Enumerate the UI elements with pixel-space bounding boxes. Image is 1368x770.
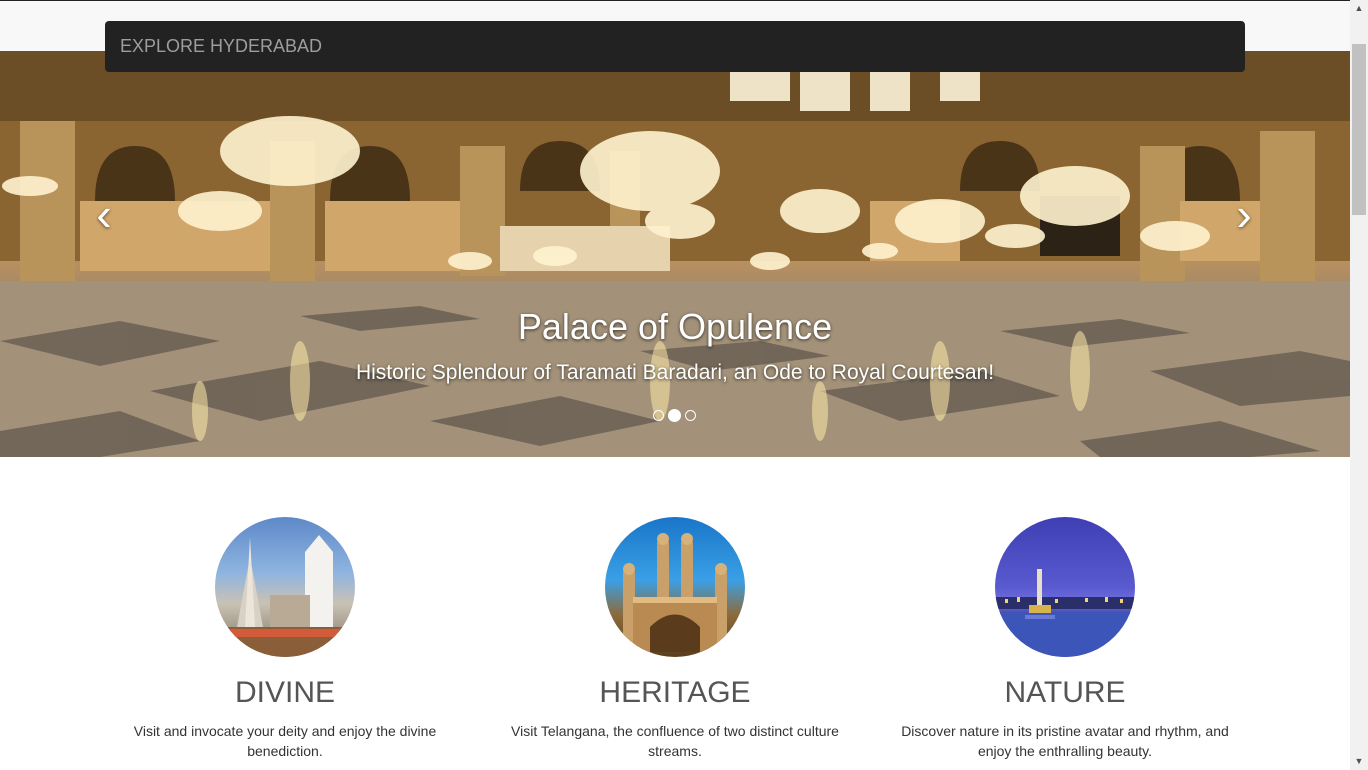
feature-text: Visit Telangana, the confluence of two d…	[511, 723, 839, 759]
feature-nature: NATURE Discover nature in its pristine a…	[875, 517, 1255, 761]
slide-title: Palace of Opulence	[517, 306, 833, 347]
scroll-down-arrow-icon[interactable]: ▼	[1350, 753, 1368, 770]
navbar: EXPLORE HYDERABAD	[105, 21, 1245, 72]
brand-link[interactable]: EXPLORE HYDERABAD	[120, 36, 322, 57]
vertical-scrollbar[interactable]: ▲ ▼	[1350, 0, 1368, 770]
scrollbar-thumb[interactable]	[1352, 44, 1366, 215]
feature-text: Discover nature in its pristine avatar a…	[901, 723, 1229, 759]
page: EXPLORE HYDERABAD ‹ › Palace of Opulence…	[0, 0, 1368, 770]
temple-image	[215, 517, 355, 657]
carousel-indicator[interactable]	[653, 409, 664, 421]
carousel-indicator-active[interactable]	[668, 408, 681, 422]
carousel-indicator[interactable]	[685, 409, 696, 421]
charminar-image	[605, 517, 745, 657]
palace-hall-image	[0, 51, 1350, 457]
feature-title: NATURE	[1004, 676, 1126, 709]
hero-carousel: ‹ › Palace of Opulence Historic Splendou…	[0, 51, 1350, 457]
carousel-indicators	[653, 408, 696, 422]
chevron-left-icon: ‹	[96, 188, 112, 240]
slide-subtitle: Historic Splendour of Taramati Baradari,…	[355, 361, 995, 384]
feature-title: HERITAGE	[599, 676, 751, 709]
lake-image	[995, 517, 1135, 657]
carousel-prev-button[interactable]: ‹	[84, 191, 124, 241]
carousel-next-button[interactable]: ›	[1224, 191, 1264, 241]
feature-divine: DIVINE Visit and invocate your deity and…	[95, 517, 475, 761]
feature-text: Visit and invocate your deity and enjoy …	[133, 723, 437, 759]
feature-title: DIVINE	[234, 676, 336, 709]
scroll-up-arrow-icon[interactable]: ▲	[1350, 0, 1368, 17]
chevron-right-icon: ›	[1236, 188, 1252, 240]
feature-heritage: HERITAGE Visit Telangana, the confluence…	[485, 517, 865, 761]
